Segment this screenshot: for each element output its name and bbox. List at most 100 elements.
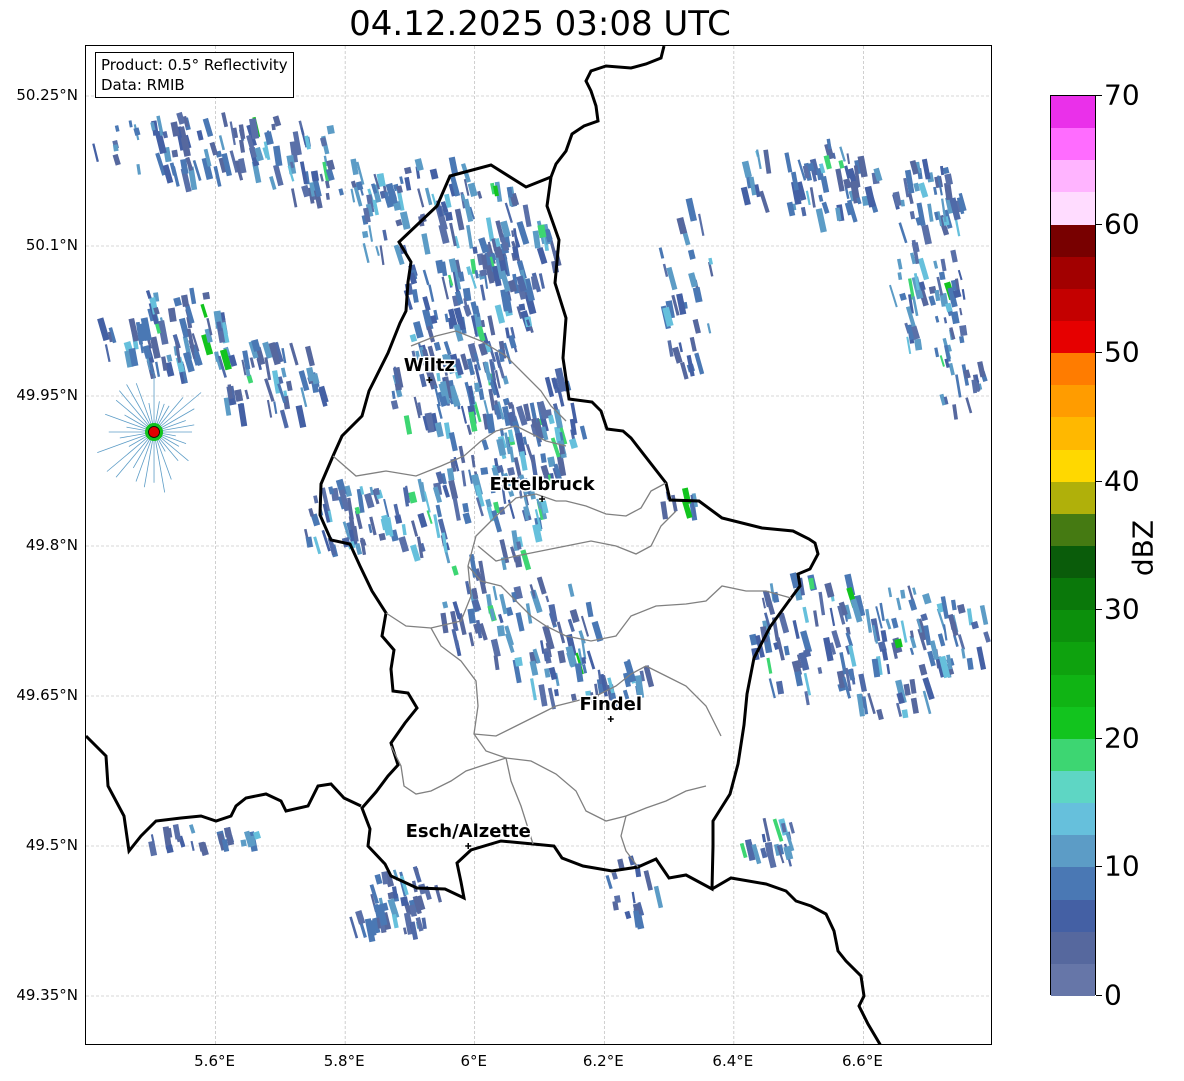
echo-cell [239, 139, 246, 153]
echo-cell [813, 610, 819, 627]
echo-cell [950, 311, 960, 325]
colorbar-segment [1051, 481, 1095, 514]
echo-cell [496, 625, 506, 637]
echo-cell [845, 632, 854, 647]
radar-map[interactable]: Wiltz Ettelbruck Findel Esch/Alzette [85, 45, 992, 1045]
echo-cell [897, 258, 903, 270]
district-borders [332, 330, 792, 868]
echo-cell [319, 173, 324, 182]
echo-cell [375, 245, 380, 257]
colorbar-tick-mark [1096, 995, 1102, 996]
echo-cell [114, 125, 120, 132]
echo-cell [740, 186, 751, 206]
echo-cell [933, 260, 939, 269]
echo-cell [403, 927, 408, 935]
echo-cell [128, 120, 133, 128]
colorbar-segment [1051, 288, 1095, 321]
echo-cell [934, 289, 941, 302]
echo-cell [519, 451, 528, 471]
echo-cell [881, 648, 889, 661]
echo-cell [355, 910, 366, 925]
echo-cell [404, 166, 412, 175]
echo-cell [858, 673, 867, 693]
lat-tick-label: 49.35°N [16, 986, 78, 1004]
echo-cell [585, 601, 594, 618]
echo-cell [150, 834, 155, 843]
echo-cell [921, 224, 932, 245]
echo-cell [320, 137, 328, 147]
echo-cell [538, 273, 545, 289]
echo-cell [847, 645, 857, 667]
echo-cell [538, 684, 548, 707]
echo-cell [918, 663, 928, 676]
echo-cell [401, 524, 407, 536]
colorbar-segment [1051, 449, 1095, 482]
echo-cell [411, 520, 419, 537]
echo-cell [547, 414, 555, 425]
colorbar-segment [1051, 899, 1095, 932]
echo-cell [237, 403, 248, 427]
echo-cell [451, 628, 460, 649]
echo-cell [240, 839, 247, 847]
echo-cell [522, 204, 532, 228]
echo-cell [291, 188, 298, 208]
city-label: Findel [579, 694, 642, 715]
echo-cell [756, 149, 762, 170]
echo-cell [313, 536, 322, 555]
colorbar-tick-label: 60 [1104, 207, 1140, 241]
echo-cell [474, 269, 479, 279]
echo-cell [499, 593, 508, 615]
echo-cell [658, 247, 665, 259]
echo-cell [350, 180, 357, 188]
echo-cell [689, 336, 697, 352]
echo-cell [166, 354, 173, 363]
colorbar-segment [1051, 545, 1095, 579]
echo-cell [441, 276, 449, 300]
echo-cell [444, 313, 449, 323]
lat-tick-label: 49.95°N [16, 386, 78, 404]
echo-cell [540, 453, 547, 463]
echo-cell [349, 916, 359, 939]
colorbar-tick-mark [1096, 866, 1102, 868]
echo-cell [579, 425, 588, 440]
echo-cell [759, 190, 770, 214]
city-cross-icon [465, 843, 472, 849]
echo-cell [908, 598, 918, 611]
colorbar-tick-label: 40 [1104, 464, 1140, 498]
echo-cell [273, 145, 283, 167]
echo-cell [687, 249, 696, 260]
echo-cell [952, 634, 959, 647]
echo-cell [957, 269, 963, 281]
echo-cell [404, 176, 412, 191]
lat-tick-label: 49.8°N [25, 536, 78, 554]
echo-cell [983, 631, 991, 643]
echo-cell [957, 603, 966, 614]
echo-cell [676, 217, 688, 235]
colorbar-segment [1051, 867, 1095, 900]
echo-cell [817, 666, 823, 674]
echo-cell [514, 555, 523, 568]
colorbar-segment [1051, 417, 1095, 450]
echo-cell [448, 156, 459, 176]
radar-site-icon [148, 426, 160, 438]
colorbar-tick-label: 20 [1104, 721, 1140, 755]
echo-cell [943, 317, 948, 324]
colorbar-segment [1051, 96, 1095, 129]
echo-cell [209, 141, 219, 156]
echo-cell [383, 498, 390, 518]
echo-cell [421, 233, 431, 255]
echo-cell [364, 492, 375, 509]
echo-cell [460, 405, 468, 424]
echo-cell [653, 885, 664, 909]
echo-cell [411, 289, 419, 303]
echo-cell [909, 678, 917, 694]
echo-cell [468, 632, 475, 647]
colorbar-segment [1051, 192, 1095, 225]
echo-cell [800, 630, 813, 653]
echo-cell [310, 170, 320, 182]
echo-cell [514, 656, 523, 667]
echo-cell [885, 618, 892, 630]
echo-cell [498, 613, 504, 624]
colorbar-segment [1051, 803, 1095, 836]
echo-cell [466, 224, 474, 249]
